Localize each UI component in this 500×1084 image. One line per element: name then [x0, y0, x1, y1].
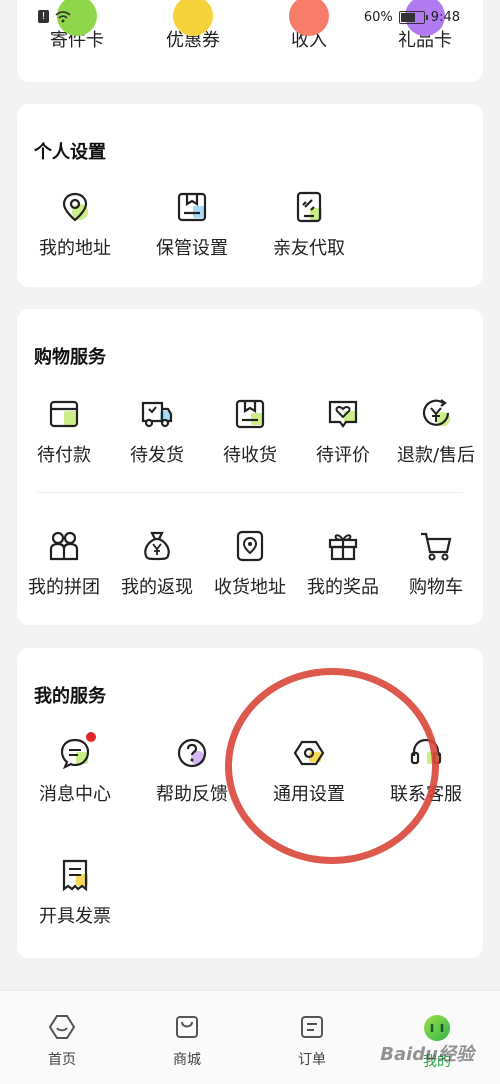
watermark: Baidu经验	[380, 1044, 474, 1065]
service-label: 帮助反馈	[156, 784, 228, 805]
refund-icon	[419, 397, 453, 431]
location-icon	[58, 190, 92, 224]
nav-item-orders[interactable]: 订单	[267, 1013, 357, 1069]
service-label: 通用设置	[273, 784, 345, 805]
service-label: 我的返现	[121, 577, 193, 598]
home-icon	[48, 1013, 76, 1041]
service-item-invoice[interactable]: 开具发票	[28, 858, 122, 928]
status-right: 60% 9:48	[364, 10, 460, 25]
service-label: 保管设置	[156, 238, 228, 259]
shopping-services-card: 购物服务 待付款 待发货 待收货 待评价 退款/售后 我的拼团 我的返现 收货地…	[17, 309, 483, 625]
divider	[37, 492, 463, 493]
shopping-services-title: 购物服务	[34, 347, 106, 368]
bottom-nav: 首页 商城 订单 我的	[0, 990, 500, 1084]
service-item-refund[interactable]: 退款/售后	[389, 397, 483, 467]
status-bar: ! 60% 9:48	[0, 0, 500, 30]
service-label: 我的拼团	[28, 577, 100, 598]
service-label: 退款/售后	[396, 445, 476, 466]
personal-settings-title: 个人设置	[34, 142, 106, 163]
service-item-pending-receipt[interactable]: 待收货	[203, 397, 297, 467]
battery-percent: 60%	[363, 10, 393, 25]
service-label: 我的地址	[39, 238, 111, 259]
service-label: 待评价	[316, 445, 370, 466]
nav-label: 首页	[48, 1052, 76, 1068]
box-icon	[233, 397, 267, 431]
service-item-pending-shipment[interactable]: 待发货	[110, 397, 204, 467]
unread-badge	[86, 732, 96, 742]
service-label: 亲友代取	[273, 238, 345, 259]
map-pin-icon	[233, 529, 267, 563]
service-item-pending-review[interactable]: 待评价	[296, 397, 390, 467]
nav-item-home[interactable]: 首页	[17, 1013, 107, 1069]
help-icon	[175, 736, 209, 770]
nav-label: 订单	[298, 1052, 326, 1068]
shopping-bag-icon	[173, 1013, 201, 1041]
service-item-my-address[interactable]: 我的地址	[28, 190, 122, 260]
wallet-icon	[47, 397, 81, 431]
tablet-link-icon	[292, 190, 326, 224]
service-label: 收货地址	[214, 577, 286, 598]
service-label: 我的奖品	[307, 577, 379, 598]
cart-icon	[419, 529, 453, 563]
service-label: 待发货	[130, 445, 184, 466]
wifi-icon	[55, 10, 71, 22]
service-item-storage-settings[interactable]: 保管设置	[145, 190, 239, 260]
money-bag-icon	[140, 529, 174, 563]
status-left: !	[38, 10, 71, 23]
service-item-proxy-pickup[interactable]: 亲友代取	[262, 190, 356, 260]
group-icon	[47, 529, 81, 563]
service-item-shipping-address[interactable]: 收货地址	[203, 529, 297, 599]
heart-message-icon	[326, 397, 360, 431]
status-time: 9:48	[430, 10, 460, 25]
nav-item-mall[interactable]: 商城	[142, 1013, 232, 1069]
package-icon	[175, 190, 209, 224]
service-label: 购物车	[409, 577, 463, 598]
service-item-messages[interactable]: 消息中心	[28, 732, 122, 806]
service-label: 待收货	[223, 445, 277, 466]
profile-icon	[424, 1015, 450, 1041]
service-label: 消息中心	[39, 784, 111, 805]
message-icon	[58, 732, 96, 770]
service-item-help-feedback[interactable]: 帮助反馈	[145, 736, 239, 806]
nav-label: 商城	[173, 1052, 201, 1068]
order-icon	[298, 1013, 326, 1041]
service-item-group-buy[interactable]: 我的拼团	[17, 529, 111, 599]
service-item-cart[interactable]: 购物车	[389, 529, 483, 599]
service-item-general-settings[interactable]: 通用设置	[262, 736, 356, 806]
service-item-prizes[interactable]: 我的奖品	[296, 529, 390, 599]
service-item-pending-payment[interactable]: 待付款	[17, 397, 111, 467]
my-services-card: 我的服务 消息中心 帮助反馈 通用设置 联系客服 开具发票	[17, 648, 483, 958]
invoice-icon	[58, 858, 92, 892]
settings-hex-icon	[292, 736, 326, 770]
service-label: 开具发票	[39, 906, 111, 927]
service-item-cashback[interactable]: 我的返现	[110, 529, 204, 599]
headset-icon	[409, 736, 443, 770]
truck-icon	[140, 397, 174, 431]
my-services-title: 我的服务	[34, 686, 106, 707]
service-label: 联系客服	[390, 784, 462, 805]
battery-icon	[398, 11, 428, 24]
gift-icon	[326, 529, 360, 563]
personal-settings-card: 个人设置 我的地址 保管设置 亲友代取	[17, 104, 483, 287]
service-label: 待付款	[37, 445, 91, 466]
alert-icon: !	[38, 10, 49, 23]
service-item-customer-service[interactable]: 联系客服	[379, 736, 473, 806]
